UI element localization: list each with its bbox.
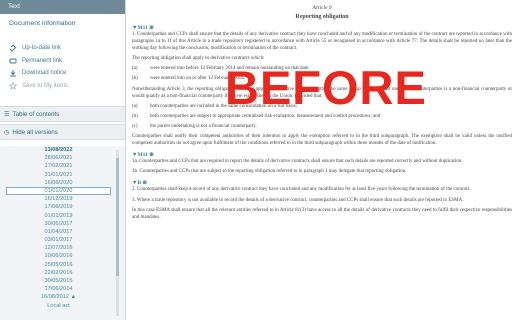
- paragraph: 1a. Counterparties and CCPs that are req…: [132, 159, 463, 165]
- document-tools: Up-to-date link Permanent link Download …: [0, 30, 125, 92]
- permanent-link[interactable]: Permanent link: [9, 55, 125, 68]
- list-number: (a): [132, 66, 138, 72]
- link-icon: [9, 44, 17, 52]
- version-item[interactable]: 25/05/2016: [6, 261, 111, 269]
- versions-list: 13/08/2022 28/06/2021 17/02/2021 31/01/2…: [6, 146, 111, 310]
- version-item[interactable]: 12/07/2016: [6, 244, 111, 252]
- list-number: (c): [132, 123, 138, 129]
- up-to-date-link-label: Up-to-date link: [22, 45, 62, 52]
- list-number: (b): [132, 76, 138, 82]
- list-number: (b): [132, 113, 138, 119]
- history-icon: ◷: [4, 128, 10, 136]
- paragraph: 1b. Counterparties and CCPs that are sub…: [132, 169, 407, 175]
- list-text: the parent undertaking is not a financia…: [150, 123, 257, 129]
- document-information-title[interactable]: Document information: [0, 14, 125, 30]
- version-item[interactable]: 01/01/2019: [6, 212, 111, 220]
- sidebar: Text Document information Up-to-date lin…: [0, 0, 126, 320]
- versions-panel: 13/08/2022 28/06/2021 17/02/2021 31/01/2…: [0, 146, 125, 320]
- version-item[interactable]: 22/02/2016: [6, 269, 111, 277]
- version-item[interactable]: 30/05/2015: [6, 277, 111, 285]
- version-item[interactable]: 10/06/2016: [6, 252, 111, 260]
- version-item[interactable]: 01/04/2017: [6, 228, 111, 236]
- scrollbar-thumb[interactable]: [116, 158, 119, 276]
- before-overlay-label: BEFORE: [225, 61, 427, 114]
- document-text: Article 9 Reporting obligation ▼M11 ⊕ 1.…: [132, 0, 512, 320]
- version-item[interactable]: 16/06/2020: [6, 179, 111, 187]
- version-item-selected[interactable]: 01/01/2020: [6, 186, 111, 196]
- permanent-link-icon: [9, 57, 17, 65]
- paragraph: Counterparties shall notify their compet…: [132, 134, 512, 147]
- versions-scrollbar[interactable]: [116, 150, 119, 316]
- version-item[interactable]: 17/02/2021: [6, 162, 111, 170]
- save-to-my-items-label: Save to My items: [22, 82, 69, 89]
- star-icon: [8, 81, 18, 90]
- table-of-contents-label: Table of contents: [12, 110, 60, 118]
- list-item: (c) the parent undertaking is not a finan…: [132, 123, 512, 130]
- article-title: Reporting obligation: [295, 14, 349, 20]
- version-item[interactable]: 16/12/2019: [6, 195, 111, 203]
- version-item[interactable]: 13/08/2022: [6, 146, 111, 154]
- text-tab[interactable]: Text: [0, 0, 125, 14]
- version-item[interactable]: 03/01/2017: [6, 236, 111, 244]
- paragraph: 3. Where a trade repository is not avail…: [132, 197, 464, 203]
- download-notice[interactable]: Download notice: [9, 67, 125, 80]
- download-icon: [9, 69, 17, 77]
- version-item-local-act[interactable]: Local act: [6, 302, 111, 310]
- version-item[interactable]: 17/06/2014: [6, 285, 111, 293]
- save-to-my-items[interactable]: Save to My items: [8, 80, 125, 93]
- version-item[interactable]: 17/06/2019: [6, 203, 111, 211]
- version-item[interactable]: 30/06/2017: [6, 220, 111, 228]
- list-icon: ☰: [4, 110, 10, 118]
- paragraph: 2. Counterparties shall keep a record of…: [132, 187, 471, 193]
- download-notice-label: Download notice: [22, 70, 67, 77]
- hide-all-versions-label: Hide all versions: [12, 128, 58, 136]
- list-number: (a): [132, 103, 138, 109]
- paragraph: 1. Counterparties and CCPs shall ensure …: [132, 32, 512, 52]
- article-number: Article 9: [312, 5, 332, 11]
- permanent-link-label: Permanent link: [22, 57, 63, 64]
- version-item[interactable]: 16/08/2012 ▲: [6, 293, 111, 301]
- version-item[interactable]: 28/06/2021: [6, 154, 111, 162]
- version-item[interactable]: 31/01/2021: [6, 171, 111, 179]
- hide-all-versions-toggle[interactable]: ◷ Hide all versions: [0, 124, 125, 140]
- up-to-date-link[interactable]: Up-to-date link: [9, 42, 125, 55]
- paragraph: In this case ESMA shall ensure that all …: [132, 207, 512, 220]
- table-of-contents-toggle[interactable]: ☰ Table of contents: [0, 106, 125, 122]
